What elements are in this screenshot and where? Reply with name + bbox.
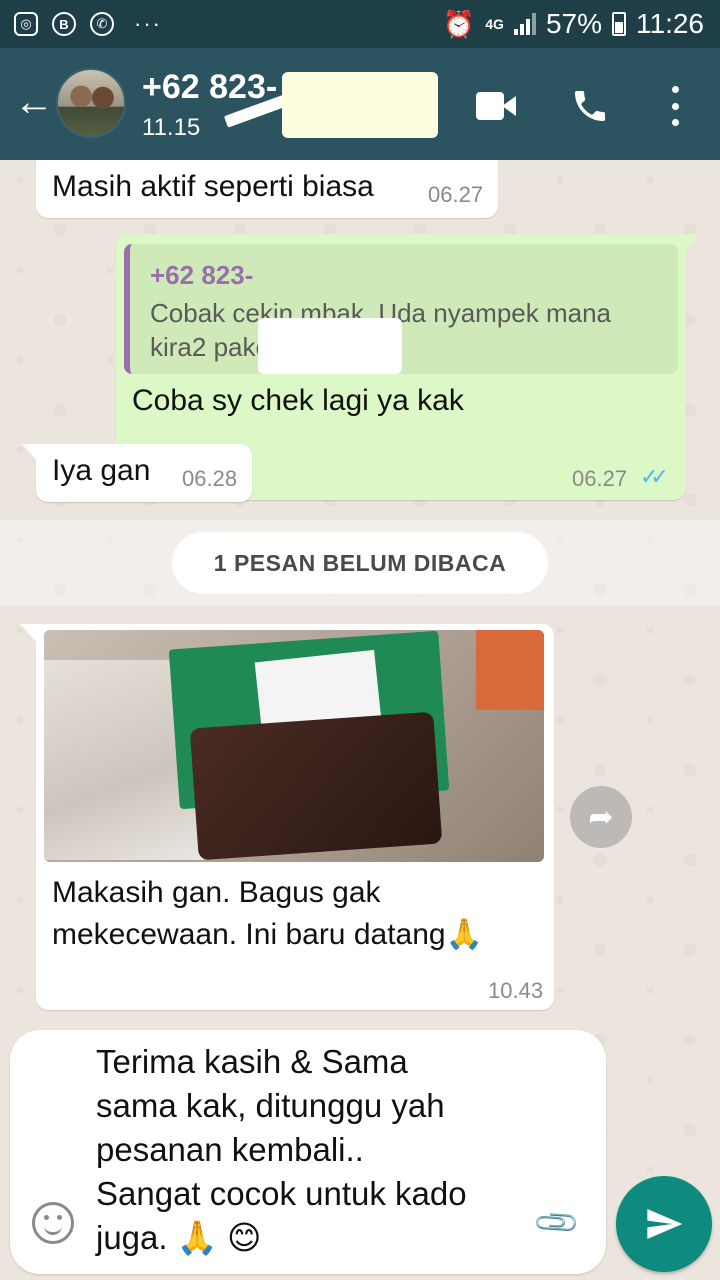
signal-icon — [513, 13, 536, 35]
video-call-icon[interactable] — [476, 92, 516, 120]
send-icon — [647, 1209, 683, 1239]
chat-header: ← +62 823- 11.15 — [0, 48, 720, 160]
redaction-box — [258, 318, 402, 374]
message-incoming[interactable]: Masih aktif seperti biasa 06.27 — [36, 160, 498, 218]
whatsapp-icon: ✆ — [90, 12, 114, 36]
network-type-label: 4G — [485, 16, 504, 32]
message-incoming-image[interactable]: Makasih gan. Bagus gak mekecewaan. Ini b… — [20, 624, 554, 1010]
unread-badge: 1 PESAN BELUM DIBACA — [172, 532, 548, 594]
instagram-icon: ◎ — [14, 12, 38, 36]
alarm-icon: ⏰ — [442, 8, 476, 39]
battery-percent: 57% — [545, 8, 602, 39]
quoted-sender: +62 823- — [150, 260, 254, 290]
send-button[interactable] — [616, 1176, 712, 1272]
more-notifications-icon: ··· — [134, 11, 162, 36]
more-vert-icon[interactable] — [668, 86, 682, 126]
forward-icon[interactable]: ➦ — [570, 786, 632, 848]
message-time: 10.43 — [488, 978, 544, 1003]
avatar[interactable] — [56, 68, 126, 138]
emoji-icon[interactable] — [32, 1202, 74, 1244]
message-photo[interactable] — [44, 630, 544, 862]
message-incoming[interactable]: Iya gan 06.28 — [22, 444, 252, 502]
message-caption: Makasih gan. Bagus gak mekecewaan. Ini b… — [52, 876, 483, 952]
battery-icon — [612, 12, 626, 36]
message-text: Masih aktif seperti biasa — [52, 170, 374, 203]
redaction-box — [282, 72, 438, 138]
phone-call-icon[interactable] — [570, 84, 610, 128]
message-time: 06.28 — [182, 466, 238, 491]
unread-divider: 1 PESAN BELUM DIBACA — [0, 520, 720, 606]
message-time: 06.27 — [572, 466, 628, 491]
status-bar: ◎ B ✆ ··· ⏰ 4G 57% 11:26 — [0, 0, 720, 48]
contact-name[interactable]: +62 823- — [142, 68, 277, 107]
message-text: Iya gan — [52, 454, 151, 487]
back-arrow-icon[interactable]: ← — [14, 82, 54, 122]
message-time: 06.27 — [428, 182, 484, 207]
last-seen: 11.15 — [142, 114, 201, 141]
quoted-text: Cobak cekin mbak. Uda nyampek mana kira2… — [150, 298, 612, 362]
read-ticks-icon: ✓✓ — [640, 464, 669, 489]
clock: 11:26 — [636, 8, 704, 39]
bbm-icon: B — [52, 12, 76, 36]
message-text: Coba sy chek lagi ya kak — [132, 384, 464, 417]
message-input[interactable]: Terima kasih & Sama sama kak, ditunggu y… — [96, 1040, 536, 1260]
